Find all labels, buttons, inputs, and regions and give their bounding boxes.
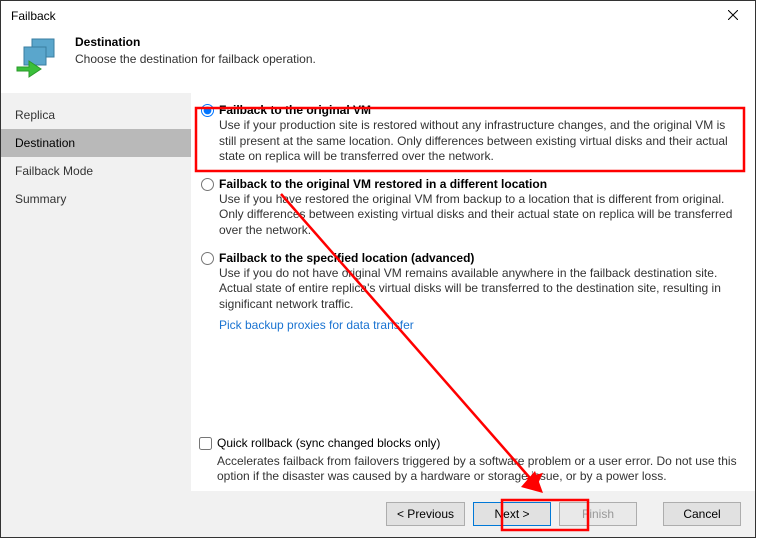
step-summary[interactable]: Summary bbox=[1, 185, 191, 213]
option-title: Failback to the specified location (adva… bbox=[219, 251, 737, 265]
previous-button[interactable]: < Previous bbox=[386, 502, 465, 526]
close-icon bbox=[728, 10, 738, 20]
step-failback-mode[interactable]: Failback Mode bbox=[1, 157, 191, 185]
option-original-vm[interactable]: Failback to the original VM Use if your … bbox=[199, 101, 739, 175]
cancel-button[interactable]: Cancel bbox=[663, 502, 741, 526]
quick-rollback-desc: Accelerates failback from failovers trig… bbox=[199, 454, 739, 485]
option-specified-location[interactable]: Failback to the specified location (adva… bbox=[199, 249, 739, 317]
close-button[interactable] bbox=[711, 1, 755, 29]
title-bar: Failback bbox=[1, 1, 755, 31]
option-title: Failback to the original VM bbox=[219, 103, 737, 117]
step-replica[interactable]: Replica bbox=[1, 101, 191, 129]
pick-proxies-link[interactable]: Pick backup proxies for data transfer bbox=[199, 318, 739, 332]
finish-button[interactable]: Finish bbox=[559, 502, 637, 526]
option-desc: Use if you have restored the original VM… bbox=[219, 192, 737, 239]
option-desc: Use if you do not have original VM remai… bbox=[219, 266, 737, 313]
option-desc: Use if your production site is restored … bbox=[219, 118, 737, 165]
failback-wizard-window: Failback Destination Choose the destinat… bbox=[0, 0, 756, 538]
option-title: Failback to the original VM restored in … bbox=[219, 177, 737, 191]
page-heading: Destination bbox=[75, 35, 316, 49]
page-subheading: Choose the destination for failback oper… bbox=[75, 52, 316, 66]
wizard-steps-sidebar: Replica Destination Failback Mode Summar… bbox=[1, 93, 191, 491]
step-destination[interactable]: Destination bbox=[1, 129, 191, 157]
quick-rollback-label: Quick rollback (sync changed blocks only… bbox=[217, 436, 440, 450]
quick-rollback-checkbox[interactable] bbox=[199, 437, 212, 450]
wizard-content: Failback to the original VM Use if your … bbox=[191, 93, 755, 491]
next-button[interactable]: Next > bbox=[473, 502, 551, 526]
option-different-location[interactable]: Failback to the original VM restored in … bbox=[199, 175, 739, 249]
wizard-header: Destination Choose the destination for f… bbox=[1, 31, 755, 93]
radio-specified-location[interactable] bbox=[201, 252, 214, 265]
quick-rollback-section: Quick rollback (sync changed blocks only… bbox=[199, 436, 739, 485]
wizard-footer: < Previous Next > Finish Cancel bbox=[1, 491, 755, 537]
window-title: Failback bbox=[11, 9, 56, 23]
destination-icon bbox=[15, 33, 65, 83]
radio-original-vm[interactable] bbox=[201, 104, 214, 117]
radio-different-location[interactable] bbox=[201, 178, 214, 191]
